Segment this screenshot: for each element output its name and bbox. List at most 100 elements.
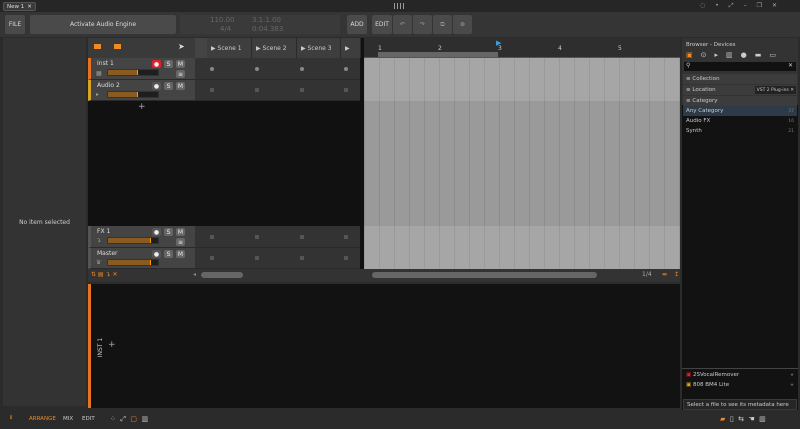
scene-3[interactable]: ▶ Scene 3 <box>297 38 341 58</box>
volume-fader[interactable] <box>107 91 159 98</box>
mute-button[interactable]: M <box>176 60 185 68</box>
clip-row-inst-1[interactable] <box>195 58 360 80</box>
record-arm-button[interactable]: ● <box>152 250 161 258</box>
zoom-fit-icon[interactable]: ⇹ <box>662 271 667 278</box>
scene-label: Scene 2 <box>262 44 287 52</box>
scene-label: Scene 3 <box>307 44 332 52</box>
add-track-icon[interactable]: + <box>138 102 146 112</box>
track-fx-1[interactable]: FX 1 ● S M ≡ ↴ <box>88 226 195 248</box>
plugin-icon: ▣ <box>686 382 692 388</box>
close-icon[interactable]: ✕ <box>27 4 32 10</box>
close-window-icon[interactable]: ✕ <box>772 2 777 10</box>
track-audio-2[interactable]: Audio 2 ● S M ▸ <box>88 80 195 101</box>
ruler[interactable]: 1 2 3 4 5 ▶ <box>364 38 680 58</box>
track-inst-1[interactable]: Inst 1 ● S M ≡ ▦ <box>88 58 195 80</box>
undo-icon[interactable]: ↶ <box>393 15 412 34</box>
plugin-icon: ▣ <box>686 372 692 378</box>
track-name: Inst 1 <box>97 60 114 67</box>
detail-panel: INST 1 + <box>88 284 680 408</box>
menu-icon[interactable]: ≡ <box>176 70 185 78</box>
add-button[interactable]: ADD <box>347 15 367 34</box>
playhead-icon[interactable]: ▶ <box>496 39 501 47</box>
category-any[interactable]: Any Category 37 <box>683 106 797 116</box>
samples-icon[interactable]: ▸ <box>715 51 719 59</box>
volume-fader[interactable] <box>107 259 159 266</box>
activate-audio-engine-button[interactable]: Activate Audio Engine <box>30 15 176 34</box>
volume-fader[interactable] <box>107 69 159 76</box>
footer-tools[interactable]: ⇅ ▤ ↴ ✕ <box>91 271 117 278</box>
volume-fader[interactable] <box>107 237 159 244</box>
minimize-icon[interactable]: – <box>744 2 747 10</box>
music-icon[interactable]: ● <box>741 51 747 59</box>
clip-launcher-icon[interactable] <box>94 44 101 49</box>
result-item[interactable]: ▣ 2SVocalRemover ★ <box>683 370 797 380</box>
track-master[interactable]: Master ● S M ♛ <box>88 248 195 269</box>
loop-region[interactable] <box>378 52 498 57</box>
info-icon[interactable]: ℹ <box>10 415 12 421</box>
location-tag[interactable]: VST 2 Plug-ins ✕ <box>754 86 796 94</box>
scene-scrollbar[interactable] <box>201 272 243 278</box>
mute-button[interactable]: M <box>176 228 185 236</box>
record-arm-button[interactable]: ● <box>152 82 161 90</box>
solo-button[interactable]: S <box>164 82 173 90</box>
crown-icon: ♛ <box>96 259 102 266</box>
tab-new-1[interactable]: New 1 ✕ <box>3 2 36 11</box>
files-icon[interactable]: ▭ <box>769 51 776 59</box>
tempo[interactable]: 110.00 <box>210 16 235 24</box>
clip-row-fx-1[interactable] <box>195 226 360 248</box>
record-arm-button[interactable]: ● <box>152 228 161 236</box>
edit-button[interactable]: EDIT <box>372 15 392 34</box>
menu-icon[interactable]: ≡ <box>176 238 185 246</box>
timeline-scrollbar[interactable] <box>372 272 597 278</box>
mute-button[interactable]: M <box>176 82 185 90</box>
favorite-star-icon[interactable]: ★ <box>790 373 794 378</box>
grid-value[interactable]: 1/4 <box>642 271 652 278</box>
panel-icons[interactable]: ▰ ▯ ⇆ ☚ ▥ <box>720 415 766 423</box>
time-signature[interactable]: 4/4 <box>220 25 231 33</box>
clip-row-master[interactable] <box>195 248 360 269</box>
arranger-icon[interactable] <box>114 44 121 49</box>
filter-category[interactable]: ≡ Category <box>683 96 797 106</box>
pointer-tool-icon[interactable]: ➤ <box>178 42 185 51</box>
fullscreen-icon[interactable]: ⤢ <box>729 2 734 10</box>
category-synth[interactable]: Synth 21 <box>683 126 797 136</box>
filter-location[interactable]: ≡ Location VST 2 Plug-ins ✕ <box>683 85 797 95</box>
solo-button[interactable]: S <box>164 228 173 236</box>
mix-tab[interactable]: MIX <box>63 416 73 422</box>
solo-button[interactable]: S <box>164 60 173 68</box>
clear-search-icon[interactable]: ✕ <box>788 62 793 69</box>
solo-button[interactable]: S <box>164 250 173 258</box>
favorite-star-icon[interactable]: ★ <box>790 383 794 388</box>
browser-search-input[interactable]: ⚲ ✕ <box>684 62 796 71</box>
category-audio-fx[interactable]: Audio FX 16 <box>683 116 797 126</box>
audio-icon: ▸ <box>96 91 100 98</box>
filter-label: Category <box>692 98 718 104</box>
clip-row-audio-2[interactable] <box>195 80 360 101</box>
view-icons[interactable]: ⁘ ⤢ ▢ ▥ <box>110 415 148 424</box>
filter-collection[interactable]: ≡ Collection <box>683 74 797 84</box>
record-arm-button[interactable]: ● <box>152 60 161 68</box>
delete-icon[interactable]: ⊗ <box>453 15 472 34</box>
result-name: 808 BM4 Lite <box>692 382 730 388</box>
time[interactable]: 0:04.363 <box>252 25 283 33</box>
scene-1[interactable]: ▶ Scene 1 <box>207 38 252 58</box>
redo-icon[interactable]: ↷ <box>413 15 432 34</box>
category-count: 16 <box>788 118 794 124</box>
copy-icon[interactable]: ⧉ <box>433 15 452 34</box>
devices-icon[interactable]: ▣ <box>686 51 693 59</box>
file-button[interactable]: FILE <box>5 15 25 34</box>
clips-icon[interactable]: ▬ <box>755 51 762 59</box>
result-item[interactable]: ▣ 808 BM4 Lite ★ <box>683 380 797 390</box>
scene-2[interactable]: ▶ Scene 2 <box>252 38 297 58</box>
presets-icon[interactable]: ⊙ <box>701 51 707 59</box>
pin-icon[interactable]: ↥ <box>674 271 679 278</box>
edit-tab[interactable]: EDIT <box>82 416 95 422</box>
mute-button[interactable]: M <box>176 250 185 258</box>
position[interactable]: 3.1.1.00 <box>252 16 281 24</box>
add-device-icon[interactable]: + <box>108 340 116 350</box>
arrange-tab[interactable]: ARRANGE <box>29 416 56 422</box>
transport: 110.00 4/4 3.1.1.00 0:04.363 <box>180 15 340 34</box>
multisample-icon[interactable]: ▥ <box>726 51 733 59</box>
scroll-left-icon[interactable]: ◂ <box>193 271 196 278</box>
maximize-icon[interactable]: ❐ <box>757 2 762 10</box>
